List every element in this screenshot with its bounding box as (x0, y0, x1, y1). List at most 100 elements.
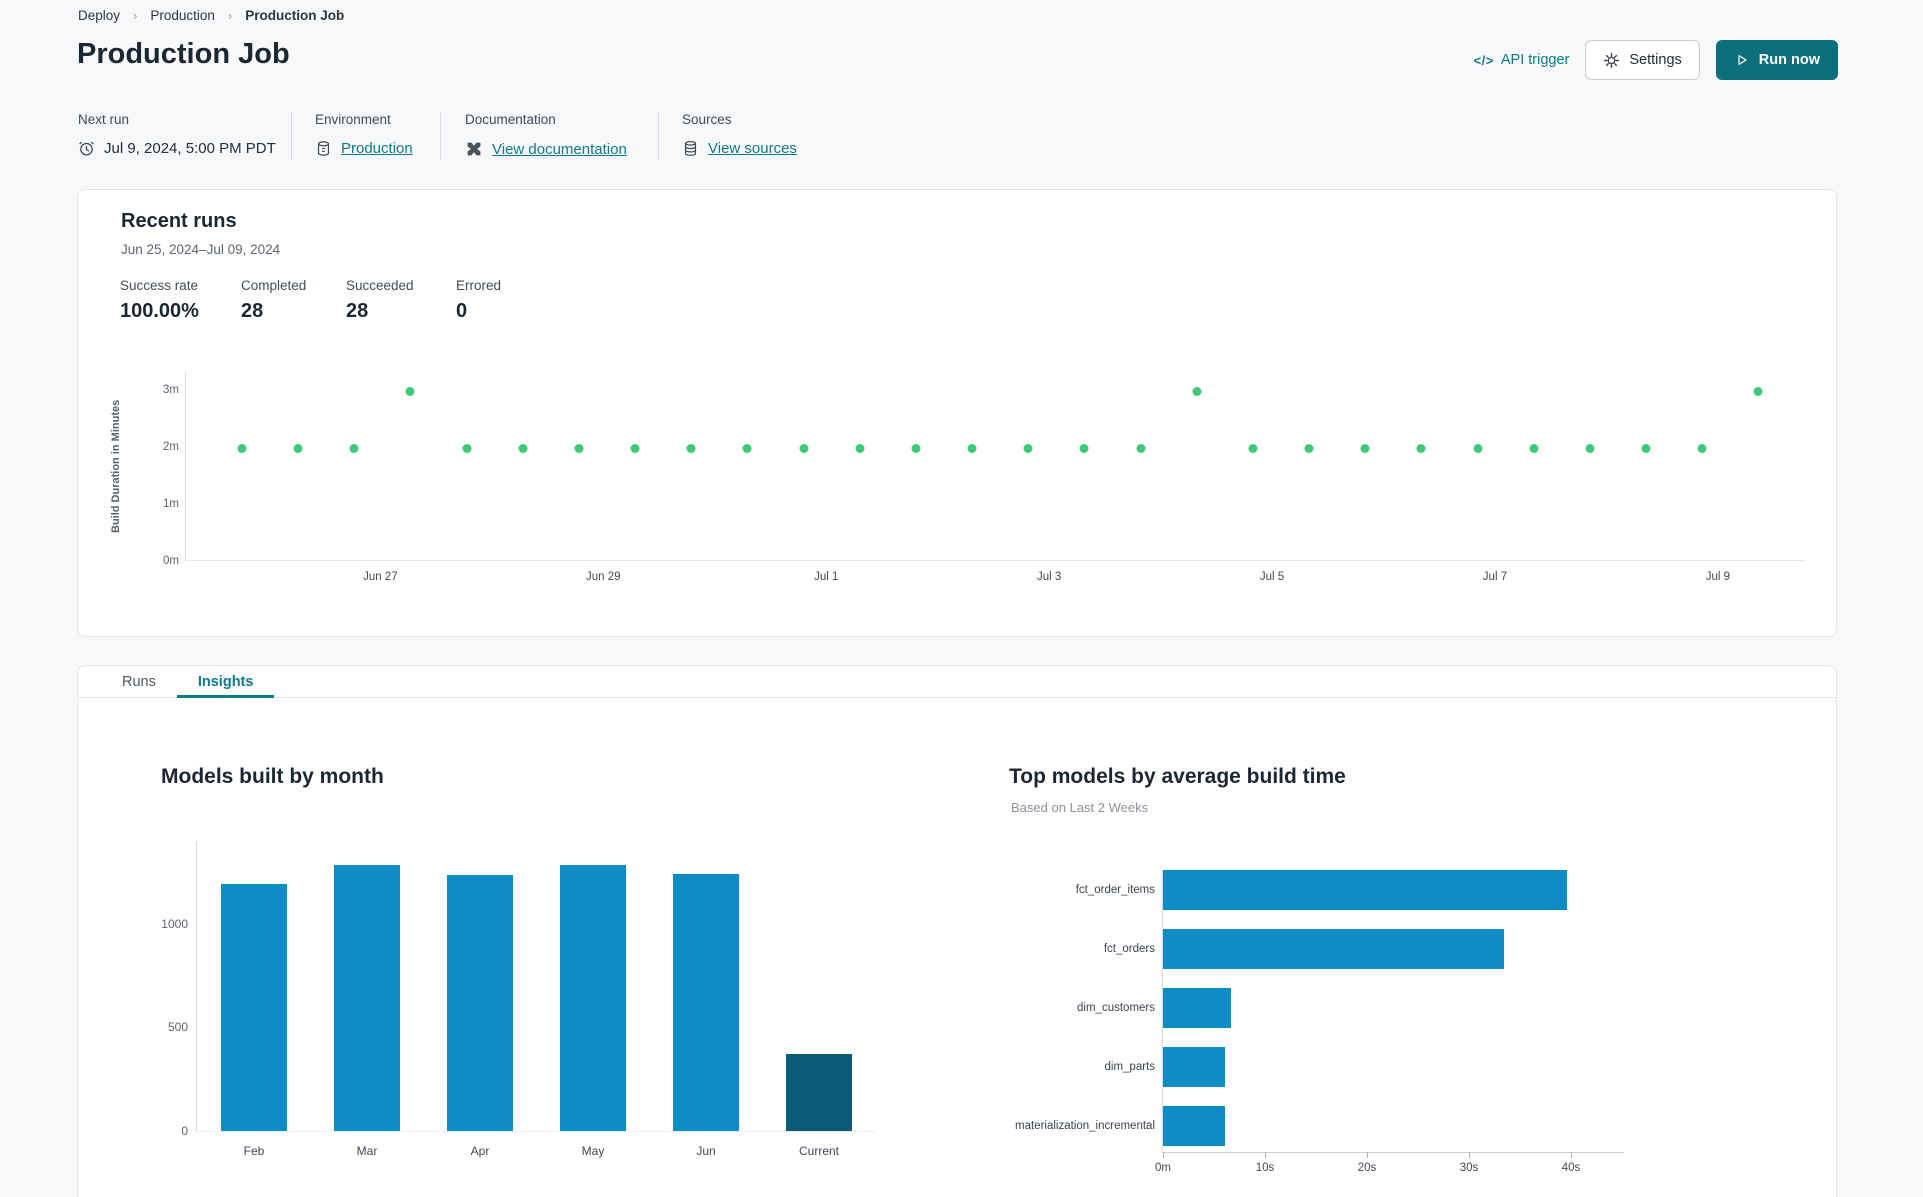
model-name-label: dim_parts (1104, 1061, 1156, 1073)
y-axis-tick-label: 2m (163, 441, 179, 453)
x-axis-tick-label: 0m (1155, 1162, 1171, 1174)
run-dot[interactable] (518, 444, 528, 454)
run-dot[interactable] (1136, 444, 1146, 454)
month-bar[interactable] (560, 865, 626, 1131)
build-time-bar[interactable] (1163, 1047, 1225, 1087)
run-dot[interactable] (1079, 444, 1089, 454)
month-bar[interactable] (334, 865, 400, 1131)
x-axis-tick-label: 40s (1561, 1162, 1581, 1174)
run-dot[interactable] (1641, 444, 1651, 454)
run-dot[interactable] (1753, 387, 1763, 397)
run-dot[interactable] (630, 444, 640, 454)
month-bar[interactable] (786, 1054, 852, 1131)
recent-runs-card: Recent runs Jun 25, 2024–Jul 09, 2024 Su… (77, 189, 1837, 637)
top-models-subtitle: Based on Last 2 Weeks (1011, 800, 1149, 815)
chevron-right-icon: › (227, 8, 233, 23)
run-dot[interactable] (574, 444, 584, 454)
y-axis-tick-label: 0 (181, 1124, 188, 1138)
y-axis-tick-label: 1000 (161, 916, 188, 931)
run-dot[interactable] (1304, 444, 1314, 454)
x-axis-tick-label: 20s (1357, 1162, 1377, 1174)
run-now-label: Run now (1758, 52, 1820, 68)
month-bar[interactable] (447, 875, 513, 1131)
next-run-value: Jul 9, 2024, 5:00 PM PDT (104, 140, 276, 157)
run-dot[interactable] (967, 444, 977, 454)
page-title: Production Job (77, 38, 290, 70)
x-axis-tick-label: Feb (243, 1144, 265, 1158)
run-dot[interactable] (686, 444, 696, 454)
run-dot[interactable] (1023, 444, 1033, 454)
build-time-bar[interactable] (1163, 988, 1231, 1028)
run-dot[interactable] (1360, 444, 1370, 454)
tab-runs[interactable]: Runs (101, 666, 177, 697)
run-dot[interactable] (1585, 444, 1595, 454)
x-axis-tick-mark (1469, 1152, 1470, 1158)
info-environment: Environment Production (315, 112, 413, 157)
build-time-bar[interactable] (1163, 1106, 1225, 1146)
view-documentation-link[interactable]: View documentation (492, 141, 627, 158)
top-models-plot: fct_order_items fct_orders dim_customers di… (1015, 870, 1624, 1174)
x-axis-tick-label: 10s (1255, 1162, 1275, 1174)
models-built-plot: 0 500 1000 Feb Mar Apr May Jun Current (161, 842, 876, 1158)
next-run-label: Next run (78, 112, 130, 127)
documentation-label: Documentation (465, 112, 556, 127)
models-built-title: Models built by month (161, 765, 384, 788)
settings-button[interactable]: Settings (1585, 40, 1700, 80)
run-dot[interactable] (1248, 444, 1258, 454)
x-axis-tick-mark (1367, 1152, 1368, 1158)
x-axis-tick-mark (1265, 1152, 1266, 1158)
run-dot[interactable] (911, 444, 921, 454)
build-time-bar[interactable] (1163, 929, 1504, 969)
model-name-label: fct_order_items (1075, 884, 1155, 896)
view-sources-link[interactable]: View sources (708, 140, 797, 157)
tab-insights[interactable]: Insights (176, 666, 275, 698)
database-stack-icon (682, 140, 699, 157)
x-axis-tick-label: Jun (696, 1144, 716, 1158)
run-dot[interactable] (462, 444, 472, 454)
dbt-icon (465, 140, 483, 158)
x-axis-tick-label: Jul 1 (814, 571, 839, 583)
run-dot[interactable] (1192, 387, 1202, 397)
breadcrumb-deploy[interactable]: Deploy (78, 8, 120, 23)
run-dot[interactable] (349, 444, 359, 454)
build-duration-plot: 0m 1m 2m 3m Jun 27 Jun 29 Jul 1 Jul 3 Jul 5 Jul 7… (163, 371, 1806, 583)
run-dot[interactable] (405, 387, 415, 397)
sources-label: Sources (682, 112, 732, 127)
environment-label: Environment (315, 112, 391, 127)
x-axis-tick-label: Jul 3 (1036, 571, 1062, 583)
run-now-button[interactable]: Run now (1715, 40, 1838, 80)
x-axis-tick-label: Apr (470, 1144, 490, 1158)
api-trigger-link[interactable]: </> API trigger (1474, 52, 1570, 68)
environment-link[interactable]: Production (341, 140, 413, 157)
play-icon (1734, 52, 1750, 68)
run-dot[interactable] (799, 444, 809, 454)
month-bar[interactable] (673, 874, 739, 1131)
divider (440, 112, 441, 160)
x-axis-tick-label: Jul 7 (1482, 571, 1508, 583)
run-dot[interactable] (293, 444, 303, 454)
run-dot[interactable] (237, 444, 247, 454)
x-axis-tick-label: Jul 5 (1259, 571, 1285, 583)
build-time-bar[interactable] (1163, 870, 1567, 910)
breadcrumb-production-job: Production Job (245, 8, 345, 23)
run-dot[interactable] (1473, 444, 1483, 454)
code-icon: </> (1473, 52, 1494, 68)
run-dot[interactable] (855, 444, 865, 454)
x-axis-tick-label: May (581, 1144, 605, 1158)
run-dot[interactable] (742, 444, 752, 454)
run-dot[interactable] (1697, 444, 1707, 454)
x-axis-tick-label: Current (798, 1144, 840, 1158)
y-axis-tick-label: 500 (167, 1020, 188, 1035)
divider (291, 112, 292, 160)
build-duration-chart: Build Duration in Minutes 0m 1m 2m 3m Jun 27… (78, 190, 1836, 636)
gear-icon (1603, 52, 1620, 69)
api-trigger-label: API trigger (1500, 52, 1570, 68)
production-job-page: Deploy › Production › Production Job Pro… (0, 0, 1923, 1197)
database-icon (315, 140, 332, 157)
breadcrumb-production[interactable]: Production (150, 8, 215, 23)
y-axis-tick-label: 0m (163, 555, 179, 567)
month-bar[interactable] (221, 884, 287, 1131)
run-dot[interactable] (1529, 444, 1539, 454)
run-dot[interactable] (1416, 444, 1426, 454)
top-models-title: Top models by average build time (1009, 765, 1346, 788)
